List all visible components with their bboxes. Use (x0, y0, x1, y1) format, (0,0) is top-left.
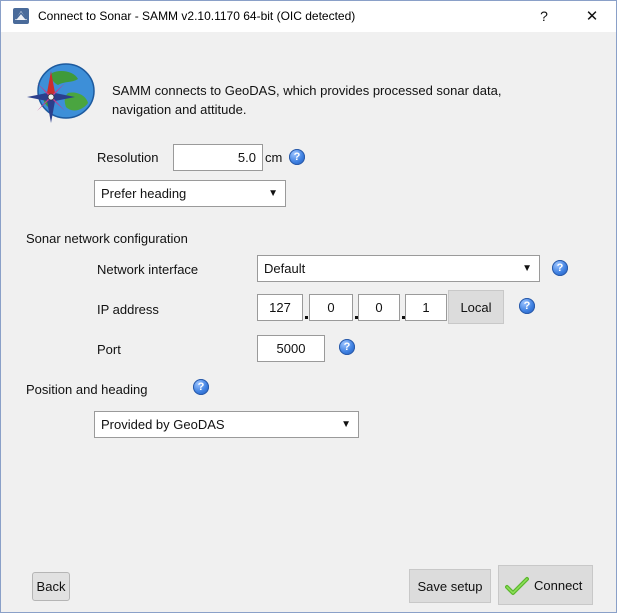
resolution-input[interactable]: 5.0 (173, 144, 263, 171)
back-button[interactable]: Back (32, 572, 70, 601)
ip-octet-1[interactable]: 127 (257, 294, 303, 321)
position-source-select[interactable]: Provided by GeoDAS ▼ (94, 411, 359, 438)
port-label: Port (97, 342, 121, 357)
port-help-icon[interactable]: ? (339, 339, 355, 355)
intro-text-line1: SAMM connects to GeoDAS, which provides … (112, 83, 502, 98)
close-button[interactable]: ✕ (569, 1, 615, 32)
sonar-app-icon (13, 8, 29, 24)
intro-text-line2: navigation and attitude. (112, 102, 247, 117)
port-input[interactable]: 5000 (257, 335, 325, 362)
network-interface-value: Default (264, 261, 306, 276)
chevron-down-icon: ▼ (522, 263, 532, 274)
connect-label: Connect (534, 578, 583, 593)
resolution-label: Resolution (97, 150, 159, 165)
ip-octet-2[interactable]: 0 (309, 294, 353, 321)
network-interface-select[interactable]: Default ▼ (257, 255, 540, 282)
network-interface-help-icon[interactable]: ? (552, 260, 568, 276)
ip-octet-4[interactable]: 1 (405, 294, 447, 321)
position-help-icon[interactable]: ? (193, 379, 209, 395)
ip-octet-3[interactable]: 0 (358, 294, 400, 321)
window-title: Connect to Sonar - SAMM v2.10.1170 64-bi… (38, 9, 356, 23)
network-interface-label: Network interface (97, 262, 199, 277)
save-setup-button[interactable]: Save setup (409, 569, 491, 603)
dialog-body: SAMM connects to GeoDAS, which provides … (1, 32, 616, 612)
heading-mode-select[interactable]: Prefer heading ▼ (94, 180, 286, 207)
globe-compass-icon (27, 63, 95, 123)
heading-mode-value: Prefer heading (101, 186, 187, 201)
connect-sonar-dialog: Connect to Sonar - SAMM v2.10.1170 64-bi… (0, 0, 617, 613)
ip-separator (305, 316, 308, 319)
position-source-value: Provided by GeoDAS (101, 417, 225, 432)
ip-address-label: IP address (97, 302, 159, 317)
chevron-down-icon: ▼ (268, 188, 278, 199)
chevron-down-icon: ▼ (341, 419, 351, 430)
title-bar: Connect to Sonar - SAMM v2.10.1170 64-bi… (1, 1, 616, 32)
resolution-help-icon[interactable]: ? (289, 149, 305, 165)
local-ip-button[interactable]: Local (448, 290, 504, 324)
connect-button[interactable]: Connect (498, 565, 593, 605)
network-section-label: Sonar network configuration (26, 231, 188, 246)
position-section-label: Position and heading (26, 382, 148, 397)
ip-address-help-icon[interactable]: ? (519, 298, 535, 314)
resolution-unit: cm (265, 150, 283, 165)
title-help-button[interactable]: ? (521, 1, 567, 32)
checkmark-icon (505, 577, 529, 595)
